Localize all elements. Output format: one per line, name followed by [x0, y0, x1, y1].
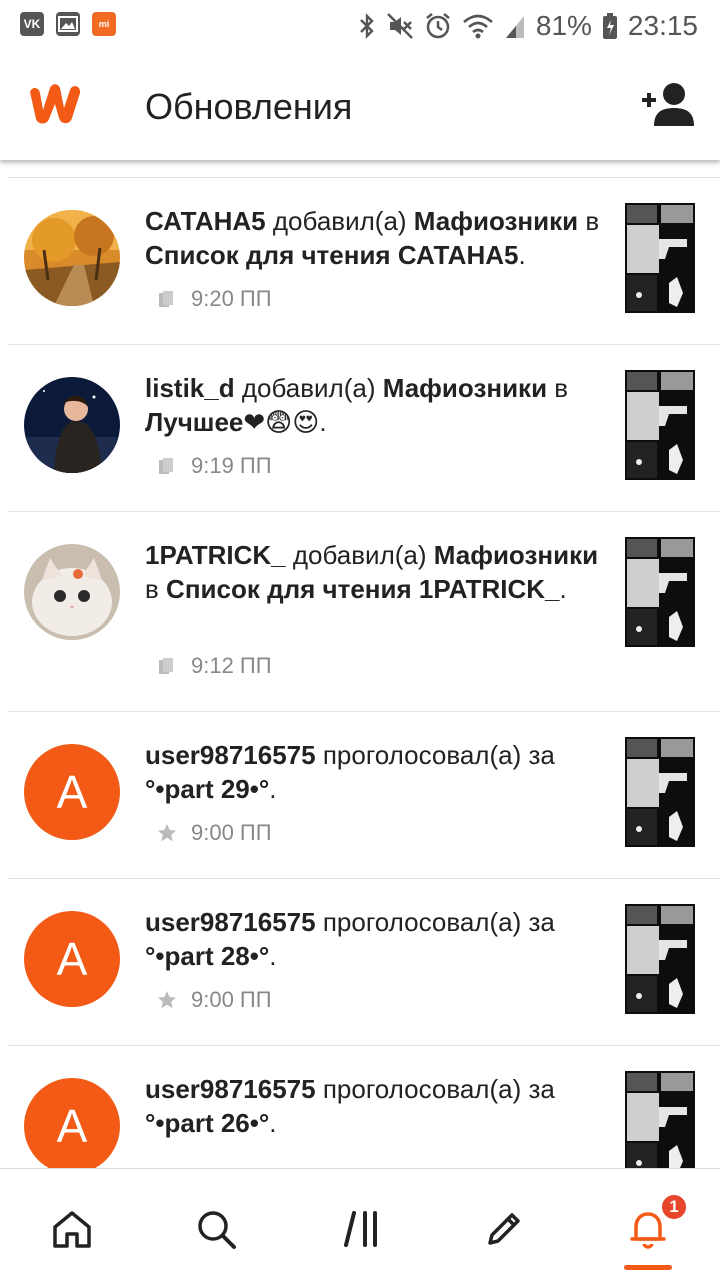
- wattpad-logo-icon[interactable]: [24, 78, 88, 128]
- write-icon[interactable]: [474, 1199, 534, 1259]
- story-title[interactable]: °•part 28•°: [145, 941, 269, 971]
- battery-icon: [602, 13, 617, 39]
- user-avatar[interactable]: [24, 377, 120, 473]
- clock: 23:15: [627, 10, 698, 41]
- user-avatar[interactable]: [24, 544, 120, 640]
- updates-feed[interactable]: САТАНА5 добавил(а) Мафиозники в Список д…: [0, 160, 720, 1168]
- story-cover[interactable]: [625, 1071, 695, 1168]
- star-icon: [158, 991, 176, 1009]
- status-right: 81% 23:15: [358, 10, 698, 42]
- tail-text: .: [559, 574, 567, 604]
- tail-text: .: [269, 774, 277, 804]
- username[interactable]: listik_d: [145, 373, 235, 403]
- mute-icon: [386, 13, 413, 39]
- tail-text: .: [518, 240, 526, 270]
- username[interactable]: САТАНА5: [145, 206, 266, 236]
- feed-message: user98716575 проголосовал(а) за °•part 2…: [145, 738, 605, 806]
- app-bar: Обновления: [0, 56, 720, 160]
- story-title[interactable]: °•part 29•°: [145, 774, 269, 804]
- story-title[interactable]: Мафиозники: [414, 206, 578, 236]
- reading-list-icon: [159, 658, 173, 674]
- bottom-navigation: 1: [0, 1168, 720, 1280]
- active-tab-indicator: [624, 1265, 672, 1270]
- connector-text: в: [554, 373, 569, 403]
- username[interactable]: user98716575: [145, 907, 316, 937]
- story-cover[interactable]: [625, 737, 695, 847]
- story-title[interactable]: Мафиозники: [383, 373, 547, 403]
- reading-list-name[interactable]: Лучшее❤😨😍: [145, 407, 319, 437]
- home-icon[interactable]: [42, 1199, 102, 1259]
- timestamp: 9:00 ПП: [191, 820, 272, 845]
- search-icon[interactable]: [186, 1199, 246, 1259]
- wifi-icon: [463, 14, 493, 39]
- vk-icon: VK: [20, 12, 44, 36]
- timestamp: 9:19 ПП: [191, 453, 272, 478]
- feed-meta: 9:00 ПП: [157, 820, 272, 846]
- battery-percent: 81%: [535, 10, 592, 41]
- username[interactable]: user98716575: [145, 1074, 316, 1104]
- connector-text: в: [585, 206, 600, 236]
- notification-badge: 1: [660, 1193, 688, 1221]
- action-text: проголосовал(а) за: [322, 1074, 555, 1104]
- timestamp: 9:00 ПП: [191, 987, 272, 1012]
- feed-message: user98716575 проголосовал(а) за °•part 2…: [145, 905, 605, 973]
- story-title[interactable]: °•part 26•°: [145, 1108, 269, 1138]
- action-text: добавил(а): [241, 373, 376, 403]
- action-text: добавил(а): [292, 540, 427, 570]
- user-avatar[interactable]: [24, 210, 120, 306]
- connector-text: в: [145, 574, 159, 604]
- feed-item[interactable]: САТАНА5 добавил(а) Мафиозники в Список д…: [0, 178, 720, 345]
- gallery-icon: [56, 12, 80, 36]
- user-avatar[interactable]: A: [24, 1078, 120, 1168]
- reading-list-icon: [159, 458, 173, 474]
- reading-list-icon: [159, 291, 173, 307]
- reading-list-name[interactable]: Список для чтения САТАНА5: [145, 240, 518, 270]
- user-avatar[interactable]: A: [24, 911, 120, 1007]
- feed-item[interactable]: A user98716575 проголосовал(а) за °•part…: [0, 712, 720, 879]
- page-title: Обновления: [145, 86, 353, 127]
- username[interactable]: 1PATRICK_: [145, 540, 286, 570]
- reading-list-name[interactable]: Список для чтения 1PATRICK_: [166, 574, 559, 604]
- mi-icon: mi: [92, 12, 116, 36]
- star-icon: [158, 824, 176, 842]
- story-cover[interactable]: [625, 904, 695, 1014]
- action-text: проголосовал(а) за: [322, 907, 555, 937]
- feed-message: user98716575 проголосовал(а) за °•part 2…: [145, 1072, 605, 1140]
- timestamp: 9:12 ПП: [191, 653, 272, 678]
- feed-item[interactable]: listik_d добавил(а) Мафиозники в Лучшее❤…: [0, 345, 720, 512]
- tail-text: .: [269, 1108, 277, 1138]
- story-title[interactable]: Мафиозники: [434, 540, 598, 570]
- feed-message: listik_d добавил(а) Мафиозники в Лучшее❤…: [145, 371, 605, 439]
- status-left-icons: VK mi: [20, 12, 116, 36]
- tail-text: .: [319, 407, 327, 437]
- user-avatar[interactable]: A: [24, 744, 120, 840]
- action-text: проголосовал(а) за: [322, 740, 555, 770]
- library-icon[interactable]: [332, 1199, 392, 1259]
- timestamp: 9:20 ПП: [191, 286, 272, 311]
- feed-message: САТАНА5 добавил(а) Мафиозники в Список д…: [145, 204, 605, 272]
- status-bar: VK mi 81% 23:15: [0, 0, 720, 56]
- feed-meta: 9:20 ПП: [157, 286, 272, 312]
- signal-icon: [505, 16, 524, 38]
- username[interactable]: user98716575: [145, 740, 316, 770]
- feed-meta: 9:19 ПП: [157, 453, 272, 479]
- feed-meta: 9:00 ПП: [157, 987, 272, 1013]
- story-cover[interactable]: [625, 370, 695, 480]
- feed-message: 1PATRICK_ добавил(а) Мафиозники в Список…: [145, 538, 605, 606]
- feed-item[interactable]: A user98716575 проголосовал(а) за °•part…: [0, 1046, 720, 1168]
- tail-text: .: [269, 941, 277, 971]
- alarm-icon: [426, 13, 450, 39]
- action-text: добавил(а): [272, 206, 407, 236]
- bluetooth-icon: [360, 13, 374, 39]
- story-cover[interactable]: [625, 537, 695, 647]
- feed-item[interactable]: A user98716575 проголосовал(а) за °•part…: [0, 879, 720, 1046]
- feed-item[interactable]: 1PATRICK_ добавил(а) Мафиозники в Список…: [0, 512, 720, 712]
- add-friend-icon[interactable]: [640, 80, 696, 128]
- feed-meta: 9:12 ПП: [157, 653, 272, 679]
- story-cover[interactable]: [625, 203, 695, 313]
